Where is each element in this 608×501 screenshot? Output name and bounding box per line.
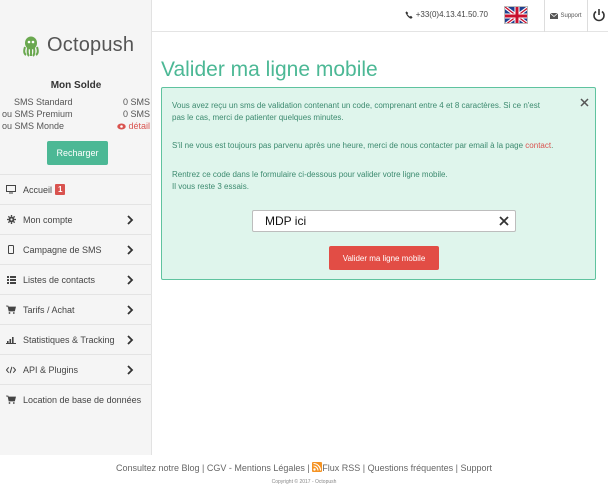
balance-row: ou SMS Monde détail (0, 121, 150, 131)
sidebar-item-label: Location de base de données (23, 394, 142, 405)
footer-links: Consultez notre Blog | CGV - Mentions Lé… (0, 462, 608, 473)
alert-text-part: S'il ne vous est toujours pas parvenu ap… (172, 141, 526, 150)
footer: Consultez notre Blog | CGV - Mentions Lé… (0, 455, 608, 501)
sidebar-item-location-base[interactable]: Location de base de données (0, 384, 152, 414)
balance-label: ou SMS Monde (2, 121, 65, 131)
support-label: Support (560, 13, 582, 19)
sidebar-item-mon-compte[interactable]: Mon compte (0, 204, 152, 234)
monitor-icon (6, 185, 16, 195)
page-title: Valider ma ligne mobile (161, 58, 378, 81)
support-button[interactable]: Support (544, 0, 588, 32)
cart-icon (6, 395, 16, 405)
footer-link-rss[interactable]: Flux RSS (322, 463, 360, 473)
power-icon[interactable] (592, 8, 606, 22)
sidebar-item-label: Accueil (23, 184, 53, 195)
alert-text: pas le cas, merci de patienter quelques … (172, 113, 344, 122)
sidebar-item-label: API & Plugins (23, 364, 79, 375)
top-bar: +33(0)4.13.41.50.70 Support (152, 0, 608, 32)
recharge-button[interactable]: Recharger (47, 141, 108, 165)
sidebar-item-accueil[interactable]: Accueil 1 (0, 174, 152, 204)
close-icon[interactable] (580, 98, 589, 107)
sidebar: Octopush Mon Solde SMS Standard 0 SMS ou… (0, 0, 152, 455)
alert-text: Il vous reste 3 essais. (172, 182, 249, 191)
alert-text: S'il ne vous est toujours pas parvenu ap… (172, 140, 553, 152)
envelope-icon (550, 13, 559, 19)
chevron-right-icon (127, 305, 134, 315)
phone-contact[interactable]: +33(0)4.13.41.50.70 (405, 10, 488, 19)
phone-number: +33(0)4.13.41.50.70 (415, 10, 488, 19)
sidebar-item-api-plugins[interactable]: API & Plugins (0, 354, 152, 384)
chevron-right-icon (127, 335, 134, 345)
sidebar-item-label: Tarifs / Achat (23, 304, 75, 315)
brand-name: Octopush (47, 34, 135, 56)
chevron-right-icon (127, 365, 134, 375)
validate-mobile-button[interactable]: Valider ma ligne mobile (329, 246, 439, 270)
sidebar-item-tarifs-achat[interactable]: Tarifs / Achat (0, 294, 152, 324)
validation-alert: Vous avez reçu un sms de validation cont… (161, 87, 596, 280)
sidebar-item-label: Statistiques & Tracking (23, 334, 115, 345)
contact-link[interactable]: contact (525, 141, 551, 150)
notification-badge: 1 (55, 184, 66, 195)
balance-row: SMS Standard 0 SMS (0, 97, 150, 107)
mobile-phone-icon (6, 245, 16, 255)
chevron-right-icon (127, 275, 134, 285)
balance-row: ou SMS Premium 0 SMS (0, 109, 150, 119)
brand-logo[interactable]: Octopush (20, 34, 134, 57)
code-icon (6, 365, 16, 375)
validation-code-field[interactable] (252, 210, 516, 232)
eye-icon (117, 123, 127, 129)
footer-separator: | (304, 463, 313, 473)
footer-link-blog[interactable]: Consultez notre Blog (116, 463, 200, 473)
detail-link[interactable]: détail (117, 121, 150, 131)
alert-text-part: . (551, 141, 554, 150)
sidebar-item-label: Campagne de SMS (23, 244, 102, 255)
validation-code-input[interactable] (253, 211, 493, 231)
footer-link-cgv[interactable]: CGV - Mentions Légales (207, 463, 305, 473)
sidebar-item-label: Mon compte (23, 214, 73, 225)
detail-label: détail (128, 121, 150, 131)
balance-title: Mon Solde (50, 80, 102, 91)
sidebar-nav: Accueil 1 Mon compte Campagne de SMS Lis… (0, 174, 152, 414)
bar-chart-icon (6, 335, 16, 345)
chevron-right-icon (127, 245, 134, 255)
copyright: Copyright © 2017 - Octopush (271, 479, 337, 485)
sidebar-item-statistiques[interactable]: Statistiques & Tracking (0, 324, 152, 354)
sidebar-item-campagne-sms[interactable]: Campagne de SMS (0, 234, 152, 264)
balance-label: ou SMS Premium (2, 109, 73, 119)
alert-text: Vous avez reçu un sms de validation cont… (172, 101, 540, 110)
phone-icon (405, 10, 413, 19)
list-icon (6, 275, 16, 285)
balance-value: 0 SMS (122, 109, 150, 119)
cart-icon (6, 305, 16, 315)
footer-separator: | (199, 463, 207, 473)
balance-label: SMS Standard (14, 97, 73, 107)
rss-icon (312, 462, 323, 472)
footer-link-support[interactable]: Support (461, 463, 493, 473)
chevron-right-icon (127, 215, 134, 225)
alert-text: Rentrez ce code dans le formulaire ci-de… (172, 170, 448, 179)
sidebar-item-label: Listes de contacts (23, 274, 96, 285)
octopus-logo-icon (23, 36, 39, 57)
footer-link-faq[interactable]: Questions fréquentes (368, 463, 454, 473)
gear-icon (6, 215, 16, 225)
footer-separator: | (453, 463, 461, 473)
footer-separator: | (360, 463, 368, 473)
balance-value: 0 SMS (122, 97, 150, 107)
sidebar-item-listes-contacts[interactable]: Listes de contacts (0, 264, 152, 294)
clear-input-icon[interactable] (499, 216, 509, 226)
uk-flag-icon[interactable] (504, 6, 528, 24)
